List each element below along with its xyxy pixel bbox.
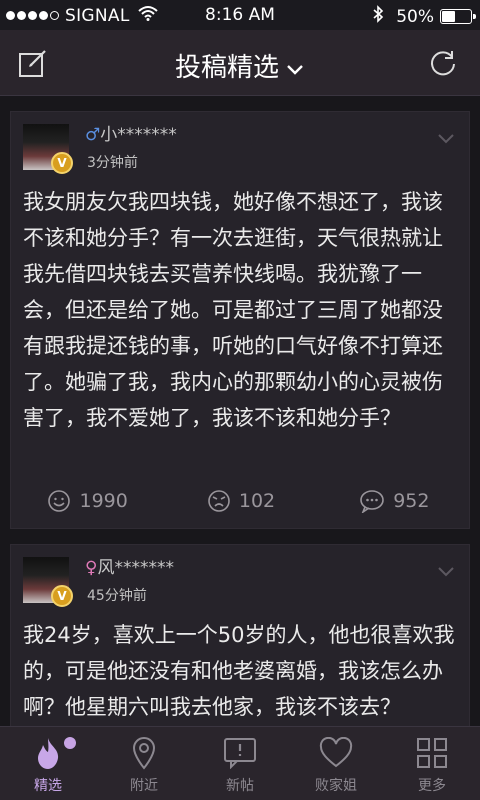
comment-button[interactable]: 952 [318, 476, 471, 526]
comment-count: 952 [393, 490, 430, 512]
tab-featured[interactable]: 精选 [0, 727, 96, 800]
flame-icon [33, 735, 63, 771]
female-gender-icon: ♀ [85, 558, 98, 578]
grid-icon [416, 735, 448, 771]
new-post-icon [223, 735, 257, 771]
chevron-down-icon[interactable] [437, 563, 455, 582]
username[interactable]: 风******* [97, 558, 174, 578]
post-card[interactable]: V ♀风******* 45分钟前 我24岁，喜欢上一个50岁的人，他也很喜欢我… [10, 544, 470, 726]
battery-percent: 50% [396, 6, 434, 27]
tab-new-posts[interactable]: 新帖 [192, 727, 288, 800]
tab-label: 附近 [130, 778, 158, 794]
post-feed[interactable]: V ♂小******* 3分钟前 我女朋友欠我四块钱，她好像不想还了，我该不该和… [0, 96, 480, 726]
battery-area: 50% [372, 5, 476, 28]
nav-bar: 投稿精选 [0, 30, 480, 96]
dislike-button[interactable]: 102 [164, 476, 317, 526]
post-time: 45分钟前 [87, 588, 147, 604]
chevron-down-icon [285, 54, 305, 84]
refresh-icon[interactable] [428, 48, 458, 82]
tab-label: 新帖 [226, 778, 254, 794]
dislike-count: 102 [238, 490, 276, 512]
post-actions: 1990 102 952 [11, 476, 471, 526]
tab-label: 更多 [418, 778, 446, 794]
notification-dot [64, 737, 76, 749]
battery-level [442, 11, 456, 22]
chevron-down-icon[interactable] [437, 130, 455, 149]
tab-label: 败家姐 [315, 778, 357, 794]
username[interactable]: 小******* [100, 125, 177, 145]
comment-bubble-icon [360, 490, 384, 513]
status-bar: SIGNAL 8:16 AM 50% [0, 0, 480, 30]
post-content[interactable]: 我24岁，喜欢上一个50岁的人，他也很喜欢我的，可是他还没有和他老婆离婚，我该怎… [23, 617, 463, 725]
user-line: ♀风******* [85, 553, 174, 578]
like-count: 1990 [79, 490, 128, 512]
tab-more[interactable]: 更多 [384, 727, 480, 800]
angry-face-icon [208, 490, 230, 512]
post-card[interactable]: V ♂小******* 3分钟前 我女朋友欠我四块钱，她好像不想还了，我该不该和… [10, 111, 470, 529]
post-content[interactable]: 我女朋友欠我四块钱，她好像不想还了，我该不该和她分手？有一次去逛街，天气很热就让… [23, 184, 463, 436]
feed-selector[interactable]: 投稿精选 [0, 47, 480, 84]
post-time: 3分钟前 [87, 155, 138, 171]
tab-bar: 精选 附近 新帖 败家姐 更多 [0, 726, 480, 800]
verified-badge-icon: V [51, 585, 73, 607]
smile-icon [48, 490, 71, 512]
male-gender-icon: ♂ [85, 125, 101, 145]
verified-badge-icon: V [51, 152, 73, 174]
bluetooth-icon [372, 5, 384, 28]
tab-nearby[interactable]: 附近 [96, 727, 192, 800]
heart-icon [319, 735, 353, 771]
location-pin-icon [131, 735, 157, 771]
battery-icon [440, 9, 476, 24]
tab-label: 精选 [34, 778, 62, 794]
page-title: 投稿精选 [174, 53, 279, 83]
user-line: ♂小******* [85, 120, 177, 145]
tab-shopaholic[interactable]: 败家姐 [288, 727, 384, 800]
like-button[interactable]: 1990 [11, 476, 164, 526]
